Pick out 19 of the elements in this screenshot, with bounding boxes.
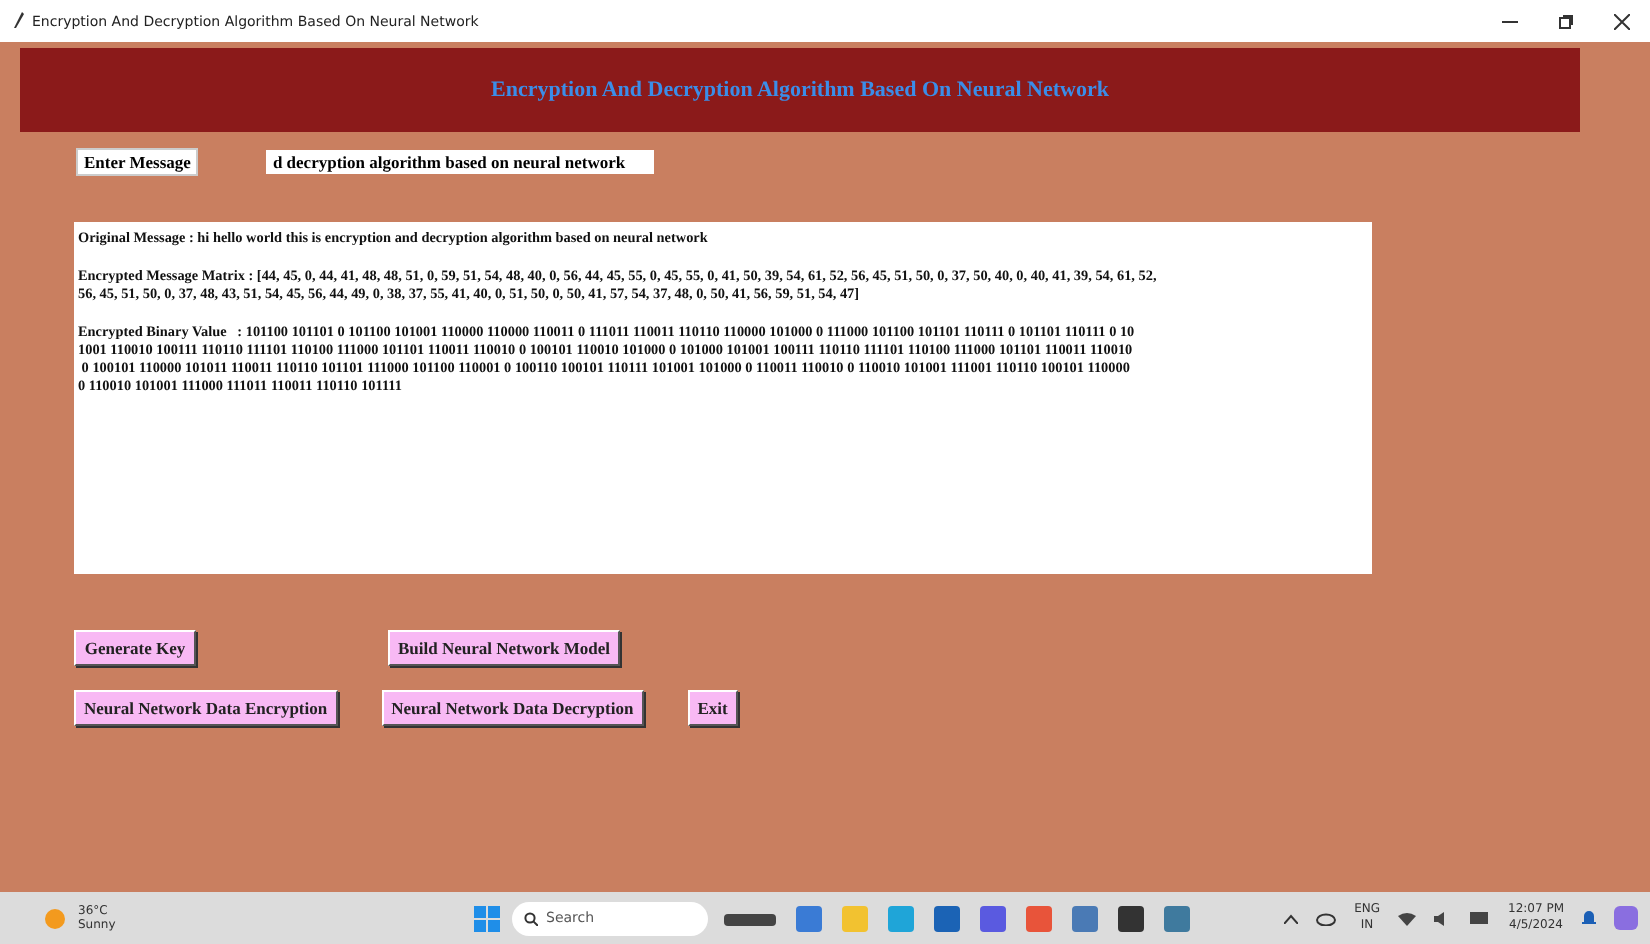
restore-icon[interactable] xyxy=(1558,13,1574,29)
action-button[interactable]: Neural Network Data Decryption xyxy=(381,690,644,726)
battery-icon[interactable] xyxy=(1470,912,1490,924)
square-icon[interactable] xyxy=(796,905,822,931)
close-icon[interactable] xyxy=(1614,13,1630,29)
message-input[interactable]: d decryption algorithm based on neural network xyxy=(266,150,655,174)
app-title: Encryption And Decryption Algorithm Based On Neural Network xyxy=(491,78,1109,102)
action-button[interactable]: Exit xyxy=(687,690,738,726)
search-icon xyxy=(524,911,538,925)
sun-icon xyxy=(44,907,66,929)
action-button[interactable]: Neural Network Data Encryption xyxy=(74,690,338,726)
chevron-up-icon[interactable] xyxy=(1284,913,1299,923)
action-button[interactable]: Build Neural Network Model xyxy=(388,630,621,666)
wifi-icon[interactable] xyxy=(1398,911,1416,925)
bell-icon[interactable] xyxy=(1582,910,1596,926)
windows-icon[interactable] xyxy=(474,905,500,931)
app-icon[interactable] xyxy=(1026,905,1052,931)
message-label: Enter Message xyxy=(76,148,199,176)
action-button[interactable]: Generate Key xyxy=(74,630,196,666)
